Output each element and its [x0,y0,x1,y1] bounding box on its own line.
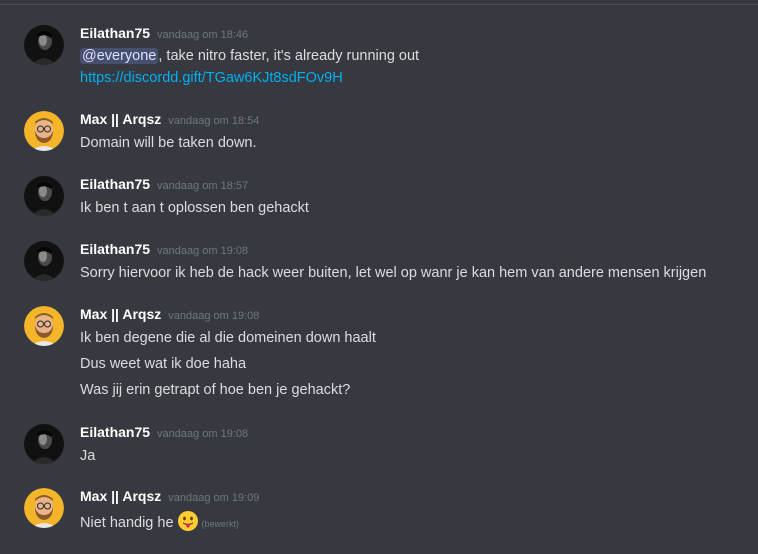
username[interactable]: Eilathan75 [80,241,150,257]
chat-messages-pane: Eilathan75 vandaag om 18:46 @everyone, ta… [0,0,758,554]
message-header: Eilathan75 vandaag om 19:08 [80,424,248,442]
everyone-mention[interactable]: @everyone [80,48,159,64]
message-link-line: https://discordd.gift/TGaw6KJt8sdFOv9H [80,68,343,88]
eilathan-avatar[interactable] [24,424,64,464]
message-header: Max || Arqsz vandaag om 19:08 [80,306,259,324]
dark-portrait-icon [24,176,64,216]
message-text-line: Niet handig he (bewerkt) [80,510,239,534]
message-text: Ik ben t aan t oplossen ben gehackt [80,200,309,216]
gift-link[interactable]: https://discordd.gift/TGaw6KJt8sdFOv9H [80,70,343,86]
eilathan-avatar[interactable] [24,241,64,281]
tongue-out-emoji-icon [177,511,198,531]
message-text-rest: , take nitro faster, it's already runnin… [158,48,420,64]
timestamp: vandaag om 18:46 [157,29,249,41]
max-avatar[interactable] [24,306,64,346]
username[interactable]: Max || Arqsz [80,488,161,504]
message-text: Sorry hiervoor ik heb de hack weer buite… [80,265,707,281]
timestamp: vandaag om 19:08 [157,428,249,440]
message-text: Ik ben degene die al die domeinen down h… [80,330,376,346]
dark-portrait-icon [24,424,64,464]
message-text: Dus weet wat ik doe haha [80,356,247,372]
message-text: Niet handig he [80,515,174,531]
message-text: Was jij erin getrapt of hoe ben je gehac… [80,382,351,398]
message-header: Eilathan75 vandaag om 19:08 [80,241,248,259]
eilathan-avatar[interactable] [24,25,64,65]
timestamp: vandaag om 18:57 [157,180,249,192]
max-avatar[interactable] [24,111,64,151]
dark-portrait-icon [24,25,64,65]
cartoon-bearded-man-icon [24,306,64,346]
cartoon-bearded-man-icon [24,488,64,528]
message-header: Max || Arqsz vandaag om 19:09 [80,488,259,506]
message-text: Domain will be taken down. [80,135,257,151]
max-avatar[interactable] [24,488,64,528]
username[interactable]: Max || Arqsz [80,306,161,322]
username[interactable]: Max || Arqsz [80,111,161,127]
timestamp: vandaag om 18:54 [168,115,260,127]
message-header: Max || Arqsz vandaag om 18:54 [80,111,259,129]
timestamp: vandaag om 19:08 [157,245,249,257]
edited-label: (bewerkt) [201,519,240,529]
timestamp: vandaag om 19:08 [168,310,260,322]
username[interactable]: Eilathan75 [80,424,150,440]
message-header: Eilathan75 vandaag om 18:57 [80,176,248,194]
cartoon-bearded-man-icon [24,111,64,151]
message-text: @everyone, take nitro faster, it's alrea… [80,46,419,66]
username[interactable]: Eilathan75 [80,176,150,192]
eilathan-avatar[interactable] [24,176,64,216]
message-header: Eilathan75 vandaag om 18:46 [80,25,248,43]
dark-portrait-icon [24,241,64,281]
username[interactable]: Eilathan75 [80,25,150,41]
message-text: Ja [80,448,96,464]
timestamp: vandaag om 19:09 [168,492,260,504]
top-divider [0,4,758,5]
